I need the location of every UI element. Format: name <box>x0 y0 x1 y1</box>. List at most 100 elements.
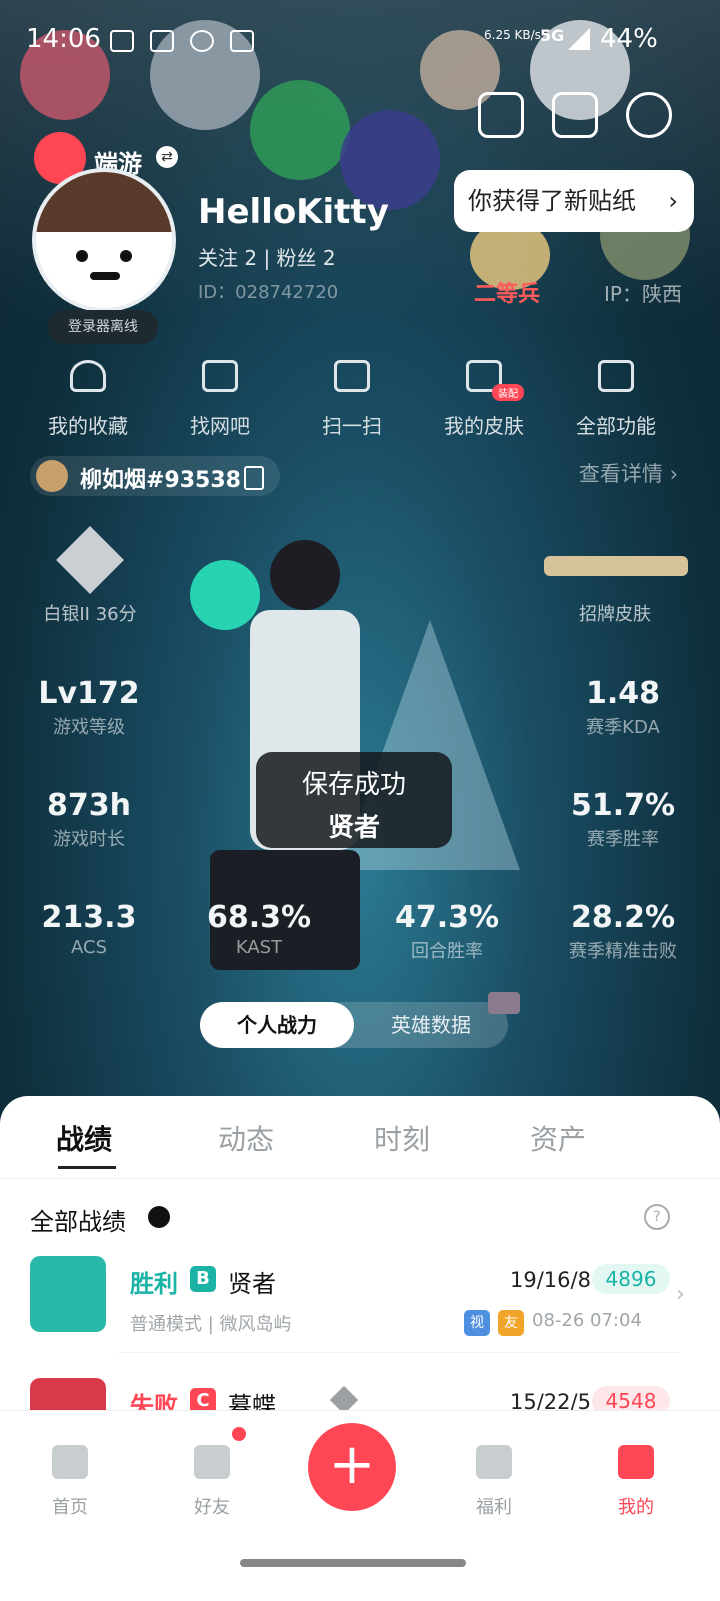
stat-acs: 213.3 ACS <box>4 900 174 958</box>
tab-feed[interactable]: 动态 <box>218 1118 274 1158</box>
toast-agent-name: 贤者 <box>327 813 380 843</box>
avatar[interactable] <box>32 168 176 312</box>
sticker-icon <box>250 80 350 180</box>
user-id: ID：028742720 <box>198 282 339 303</box>
new-sticker-popup[interactable]: 你获得了新贴纸 › <box>454 170 694 232</box>
missed-call-icon <box>230 30 254 52</box>
home-indicator[interactable] <box>240 1559 466 1567</box>
stat-kda: 1.48 赛季KDA <box>538 676 708 739</box>
rank-label: 白银II 36分 <box>43 604 137 625</box>
tab-moments[interactable]: 时刻 <box>374 1118 430 1158</box>
login-status-badge: 登录器离线 <box>48 310 158 344</box>
grid-icon <box>598 360 634 392</box>
net-speed: 6.25 KB/s <box>484 28 541 42</box>
save-toast: 保存成功 贤者 <box>256 752 452 848</box>
nav-home[interactable]: 首页 <box>30 1445 110 1519</box>
stat-label: 赛季胜率 <box>587 829 659 850</box>
calendar-icon <box>190 30 214 52</box>
ip-location: IP：陕西 <box>604 282 682 306</box>
quick-action-label: 我的收藏 <box>48 414 128 438</box>
match-time: 08-26 07:04 <box>532 1310 642 1331</box>
video-icon: 视 <box>464 1310 490 1336</box>
quick-action-label: 扫一扫 <box>322 414 382 438</box>
stat-value: 213.3 <box>41 900 137 935</box>
follow-counts[interactable]: 关注 2 | 粉丝 2 <box>198 242 336 271</box>
quick-action-favorites[interactable]: 我的收藏 <box>28 360 148 439</box>
match-grade: B <box>190 1266 216 1292</box>
sticker-edit-icon[interactable] <box>478 92 524 138</box>
friend-badge: 友 <box>498 1310 524 1336</box>
monitor-icon <box>202 360 238 392</box>
share-icon[interactable] <box>552 92 598 138</box>
row-divider <box>118 1352 678 1353</box>
copy-icon[interactable] <box>244 466 264 490</box>
nav-welfare[interactable]: 福利 <box>454 1445 534 1519</box>
tab-records[interactable]: 战绩 <box>56 1118 112 1158</box>
records-filter[interactable]: 全部战绩 <box>30 1202 126 1237</box>
segment-personal[interactable]: 个人战力 <box>200 1002 354 1048</box>
nav-label: 首页 <box>52 1497 88 1518</box>
quick-action-internet-cafe[interactable]: 找网吧 <box>160 360 280 439</box>
stat-level: Lv172 游戏等级 <box>4 676 174 739</box>
status-time: 14:06 <box>26 24 101 54</box>
profile-icon <box>618 1445 654 1479</box>
swap-icon[interactable]: ⇄ <box>156 146 178 168</box>
divider <box>0 1178 720 1179</box>
quick-action-all[interactable]: 全部功能 <box>556 360 676 439</box>
message-icon <box>110 30 134 52</box>
avatar-hair <box>36 172 172 232</box>
match-mode: 普通模式 | 微风岛屿 <box>130 1314 292 1335</box>
segment-agents[interactable]: 英雄数据 <box>354 1002 508 1048</box>
filter-dropdown-icon[interactable] <box>148 1206 170 1228</box>
stats-segment: 个人战力 英雄数据 <box>200 992 520 1048</box>
stat-label: 游戏等级 <box>53 717 125 738</box>
friends-icon <box>194 1445 230 1479</box>
agent-thumbnail <box>30 1256 106 1332</box>
view-details-link[interactable]: 查看详情 › <box>579 458 678 488</box>
stat-label: 赛季精准击败 <box>569 941 677 962</box>
match-score: 4896 <box>592 1264 670 1294</box>
stat-kast: 68.3% KAST <box>174 900 344 958</box>
quick-action-label: 找网吧 <box>190 414 250 438</box>
quick-action-scan[interactable]: 扫一扫 <box>292 360 412 439</box>
quick-action-skins[interactable]: 装配 我的皮肤 <box>424 360 544 439</box>
nav-me[interactable]: 我的 <box>596 1445 676 1519</box>
settings-icon[interactable] <box>626 92 672 138</box>
bottom-nav: 首页 好友 + 福利 我的 <box>0 1410 720 1601</box>
match-row[interactable]: 胜利 B 贤者 19/16/8 4896 普通模式 | 微风岛屿 视 友 08-… <box>0 1256 720 1366</box>
nav-friends[interactable]: 好友 <box>172 1445 252 1519</box>
match-result: 胜利 <box>130 1270 178 1298</box>
network-type: 5G <box>540 26 565 45</box>
scan-icon <box>334 360 370 392</box>
nav-label: 我的 <box>618 1497 654 1518</box>
nickname: HelloKitty <box>198 192 389 232</box>
mail-icon <box>150 30 174 52</box>
gift-icon <box>476 1445 512 1479</box>
new-sticker-text: 你获得了新贴纸 <box>468 187 636 215</box>
stat-playtime: 873h 游戏时长 <box>4 788 174 851</box>
stat-value: Lv172 <box>38 676 140 711</box>
match-agent: 贤者 <box>228 1270 276 1298</box>
weapon-skin-icon <box>544 556 688 576</box>
stat-headshot: 28.2% 赛季精准击败 <box>538 900 708 963</box>
help-icon[interactable]: ? <box>644 1204 670 1230</box>
quick-action-label: 全部功能 <box>576 414 656 438</box>
active-tab-indicator <box>58 1166 116 1169</box>
tab-assets[interactable]: 资产 <box>530 1118 586 1158</box>
avatar-eye <box>76 250 88 262</box>
toast-message: 保存成功 <box>301 770 406 800</box>
skin-label: 招牌皮肤 <box>579 604 651 625</box>
sticker-caption: 二等兵 <box>474 282 541 307</box>
agent-orb <box>190 560 260 630</box>
create-post-button[interactable]: + <box>308 1423 396 1511</box>
stat-value: 28.2% <box>570 900 676 935</box>
stat-round-winrate: 47.3% 回合胜率 <box>362 900 532 963</box>
chevron-right-icon: › <box>668 187 678 215</box>
avatar-eye <box>120 250 132 262</box>
match-kda: 19/16/8 <box>510 1268 591 1292</box>
stat-winrate: 51.7% 赛季胜率 <box>538 788 708 851</box>
equip-tag: 装配 <box>492 384 524 401</box>
stat-value: 51.7% <box>570 788 676 823</box>
player-tag[interactable]: 柳如烟#93538 <box>30 456 280 496</box>
stat-value: 873h <box>47 788 131 823</box>
